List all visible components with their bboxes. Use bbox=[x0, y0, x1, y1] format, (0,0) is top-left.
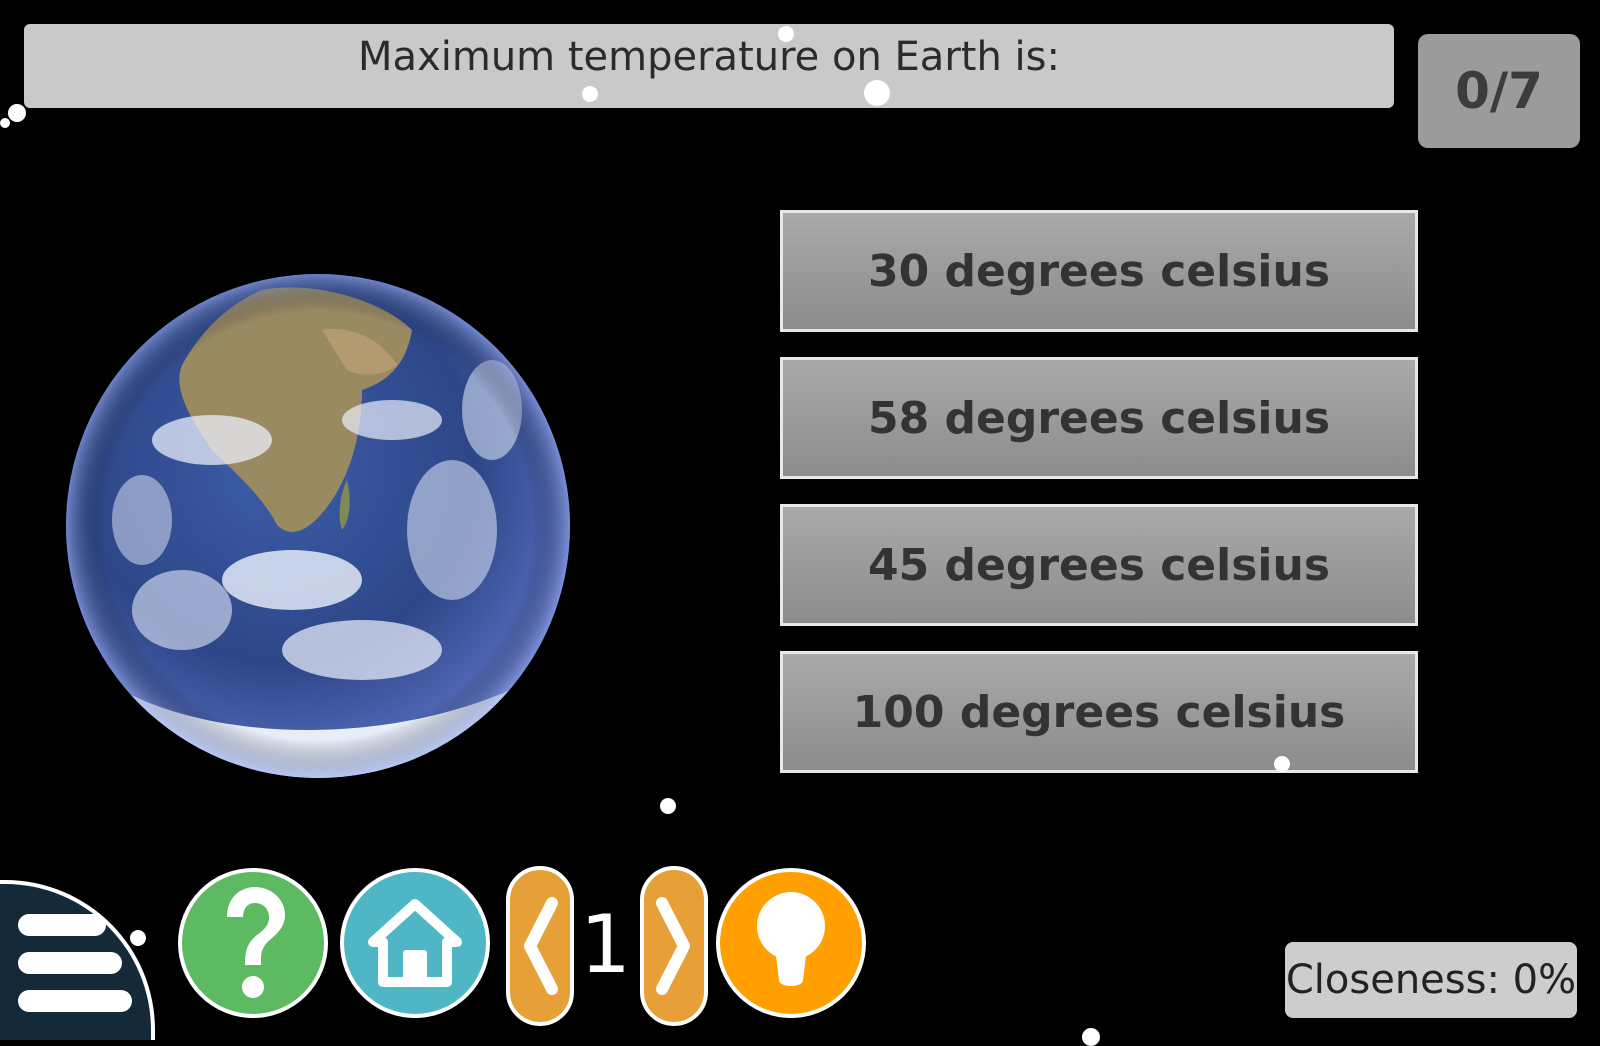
particle-dot bbox=[778, 26, 794, 42]
earth-image bbox=[62, 270, 574, 782]
score-text: 0/7 bbox=[1455, 62, 1543, 120]
lightbulb-icon bbox=[757, 892, 825, 986]
particle-dot bbox=[130, 930, 146, 946]
question-mark-icon bbox=[227, 887, 285, 998]
question-bar: Maximum temperature on Earth is: bbox=[24, 24, 1394, 108]
chevron-right-icon bbox=[656, 897, 690, 995]
answer-option-2[interactable]: 58 degrees celsius bbox=[780, 357, 1418, 479]
chevron-left-icon bbox=[524, 897, 558, 995]
answer-label: 30 degrees celsius bbox=[867, 245, 1331, 297]
particle-dot bbox=[1082, 1028, 1100, 1046]
next-button[interactable] bbox=[640, 866, 708, 1026]
answer-option-3[interactable]: 45 degrees celsius bbox=[780, 504, 1418, 626]
closeness-text: Closeness: 0% bbox=[1285, 957, 1577, 1003]
help-button[interactable] bbox=[178, 868, 328, 1018]
particle-dot bbox=[0, 118, 10, 128]
particle-dot bbox=[582, 86, 598, 102]
page-number: 1 bbox=[580, 898, 631, 991]
particle-dot bbox=[1274, 756, 1290, 772]
answer-label: 45 degrees celsius bbox=[867, 539, 1331, 591]
answer-option-4[interactable]: 100 degrees celsius bbox=[780, 651, 1418, 773]
menu-button[interactable] bbox=[0, 880, 155, 1040]
answer-label: 100 degrees celsius bbox=[852, 686, 1346, 738]
question-text: Maximum temperature on Earth is: bbox=[358, 34, 1060, 80]
particle-dot bbox=[660, 798, 676, 814]
previous-button[interactable] bbox=[506, 866, 574, 1026]
home-icon bbox=[368, 899, 462, 987]
closeness-indicator: Closeness: 0% bbox=[1285, 942, 1577, 1018]
answer-option-1[interactable]: 30 degrees celsius bbox=[780, 210, 1418, 332]
particle-dot bbox=[864, 80, 890, 106]
answer-label: 58 degrees celsius bbox=[867, 392, 1331, 444]
home-button[interactable] bbox=[340, 868, 490, 1018]
particle-dot bbox=[8, 104, 26, 122]
score-badge: 0/7 bbox=[1418, 34, 1580, 148]
hint-button[interactable] bbox=[716, 868, 866, 1018]
